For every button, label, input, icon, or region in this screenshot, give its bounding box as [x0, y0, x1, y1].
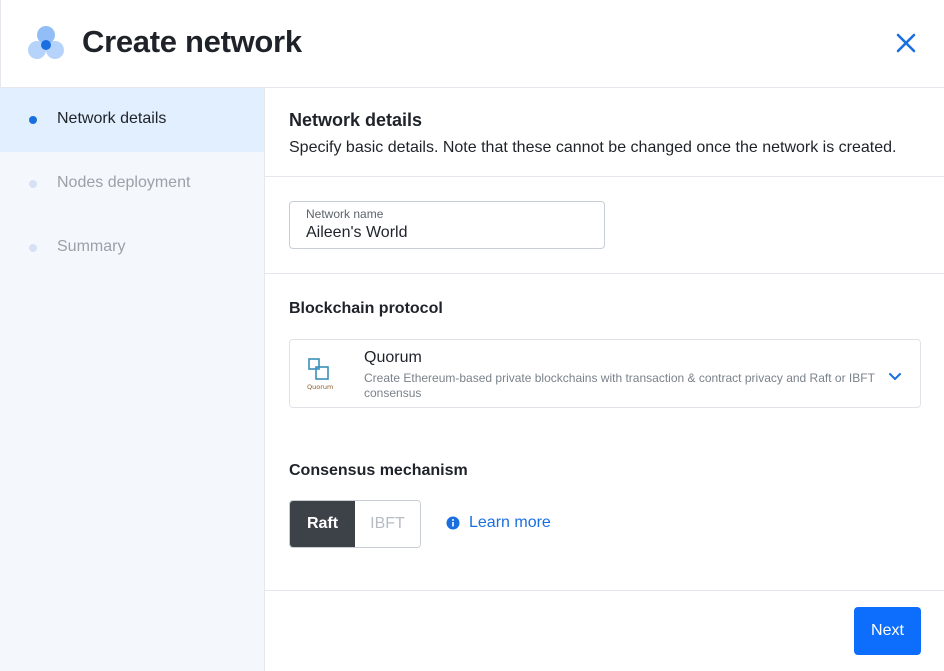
step-dot-icon — [29, 180, 37, 188]
protocol-select[interactable]: Quorum Quorum Create Ethereum-based priv… — [289, 339, 921, 408]
step-nodes-deployment[interactable]: Nodes deployment — [0, 152, 264, 216]
protocol-label: Blockchain protocol — [289, 300, 443, 317]
network-logo-icon — [28, 26, 64, 59]
step-label: Nodes deployment — [57, 174, 191, 191]
chevron-down-icon[interactable] — [887, 368, 903, 384]
info-icon — [446, 516, 460, 530]
protocol-description: Create Ethereum-based private blockchain… — [364, 371, 875, 400]
quorum-logo-icon: Quorum — [307, 358, 333, 391]
quorum-logo-text: Quorum — [307, 383, 333, 391]
learn-more-text: Learn more — [469, 514, 551, 531]
step-summary[interactable]: Summary — [0, 216, 264, 280]
consensus-label: Consensus mechanism — [289, 462, 468, 479]
step-network-details[interactable]: Network details — [0, 88, 264, 152]
network-name-input[interactable] — [306, 224, 586, 242]
divider — [265, 176, 944, 177]
close-icon[interactable] — [893, 30, 919, 56]
protocol-name: Quorum — [364, 349, 422, 366]
step-dot-icon — [29, 244, 37, 252]
consensus-ibft-button[interactable]: IBFT — [355, 501, 420, 547]
wizard-steps-sidebar: Network details Nodes deployment Summary — [0, 88, 265, 671]
next-button[interactable]: Next — [854, 607, 921, 655]
network-name-field[interactable]: Network name — [289, 201, 605, 249]
dialog-title: Create network — [82, 24, 302, 59]
step-dot-icon — [29, 116, 37, 124]
dialog-header: Create network — [0, 0, 944, 88]
step-label: Summary — [57, 238, 126, 255]
section-description: Specify basic details. Note that these c… — [289, 139, 897, 156]
main-panel: Network details Specify basic details. N… — [265, 88, 944, 671]
learn-more-link[interactable]: Learn more — [446, 514, 551, 532]
consensus-toggle: Raft IBFT — [289, 500, 421, 548]
consensus-raft-button[interactable]: Raft — [290, 501, 355, 547]
step-label: Network details — [57, 110, 167, 127]
divider — [265, 590, 944, 591]
section-title: Network details — [289, 110, 423, 130]
network-name-label: Network name — [306, 207, 384, 221]
divider — [265, 273, 944, 274]
